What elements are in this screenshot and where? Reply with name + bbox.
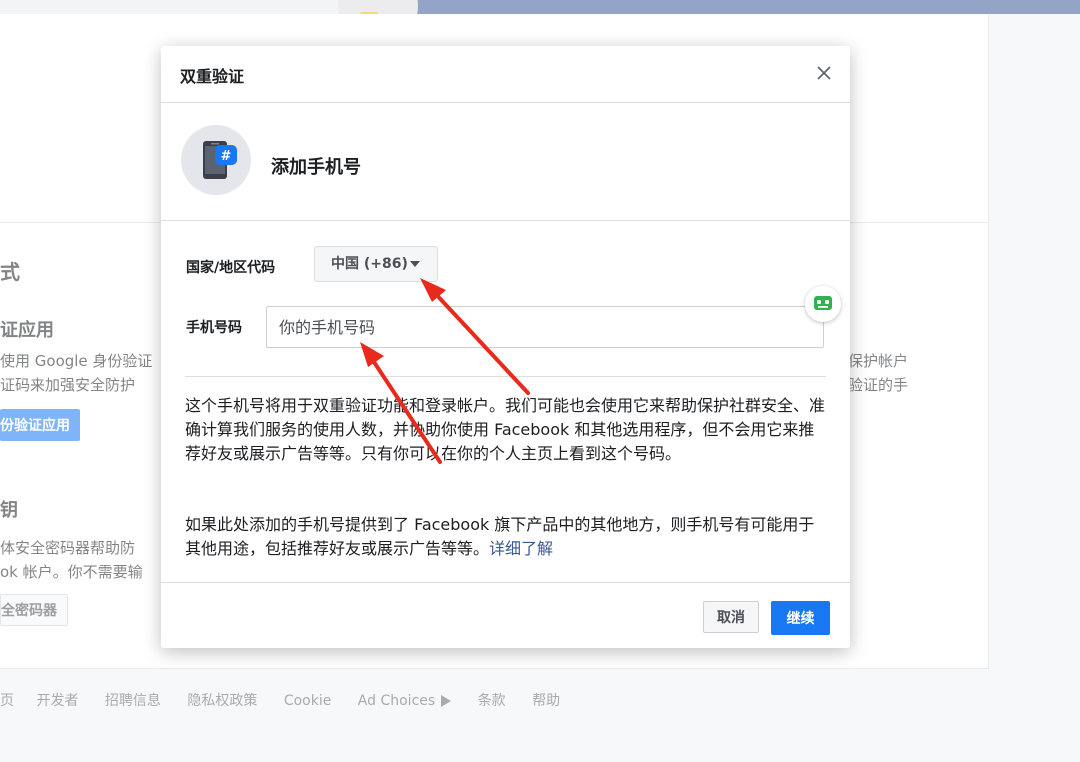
close-icon[interactable] [813,62,835,84]
country-code-value: 中国 (+86) [331,256,408,272]
country-code-select[interactable]: 中国 (+86) [314,246,438,282]
svg-text:#: # [221,149,232,164]
learn-more-link[interactable]: 详细了解 [489,539,553,558]
add-phone-section: # 添加手机号 [161,103,850,221]
phone-other-use-paragraph: 如果此处添加的手机号提供到了 Facebook 旗下产品中的其他地方，则手机号有… [185,513,830,561]
add-phone-title: 添加手机号 [271,157,361,178]
phone-number-label: 手机号码 [186,320,242,336]
phone-usage-paragraph: 这个手机号将用于双重验证功能和登录帐户。我们可能也会使用它来帮助保护社群安全、准… [185,396,826,463]
phone-illustration: # [181,125,251,195]
dialog-title: 双重验证 [180,67,245,86]
phone-hash-icon: # [203,141,237,179]
phone-number-input[interactable] [266,306,824,348]
country-code-label: 国家/地区代码 [186,260,276,276]
two-factor-dialog: 双重验证 # 添加手机号 国家/地区代码 中国 (+86) 手机号码 你的手机号… [161,46,850,648]
cancel-button[interactable]: 取消 [703,601,759,633]
caret-down-icon [410,261,420,267]
section-divider [185,376,826,377]
robot-assistant-icon[interactable] [805,286,841,322]
dialog-footer: 取消 继续 [161,582,850,649]
dialog-header: 双重验证 [161,46,850,103]
continue-button[interactable]: 继续 [771,601,830,635]
robot-face-icon [814,296,832,310]
